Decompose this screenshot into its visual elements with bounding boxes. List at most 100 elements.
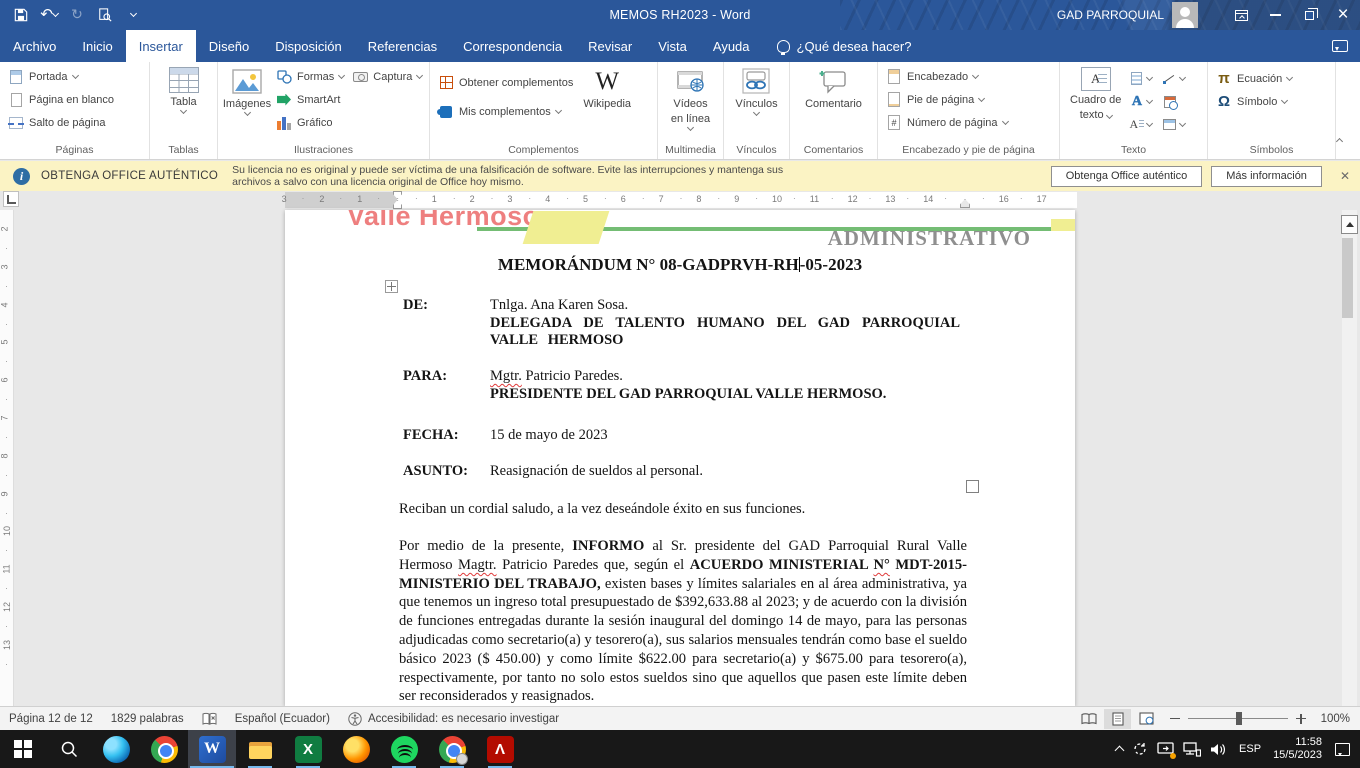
simbolo-button[interactable]: Símbolo xyxy=(1212,90,1296,113)
obtener-complementos-button[interactable]: Obtener complementos xyxy=(434,71,577,94)
ecuacion-button[interactable]: Ecuación xyxy=(1212,67,1296,90)
tab-archivo[interactable]: Archivo xyxy=(0,30,69,62)
minimize-button[interactable] xyxy=(1258,0,1292,30)
account-name[interactable]: GAD PARROQUIAL xyxy=(1057,8,1164,22)
word-count[interactable]: 1829 palabras xyxy=(102,713,193,725)
taskbar-edge[interactable] xyxy=(92,730,140,768)
table-move-handle[interactable] xyxy=(385,280,398,293)
accessibility-status[interactable]: Accesibilidad: es necesario investigar xyxy=(339,712,568,726)
restore-button[interactable] xyxy=(1292,0,1326,30)
vertical-scrollbar[interactable] xyxy=(1342,210,1357,706)
tab-referencias[interactable]: Referencias xyxy=(355,30,450,62)
read-mode-view-button[interactable] xyxy=(1075,709,1102,729)
captura-button[interactable]: Captura xyxy=(348,65,426,88)
zoom-percentage[interactable]: 100% xyxy=(1316,713,1350,725)
close-button[interactable] xyxy=(1326,0,1360,30)
notification-center-icon[interactable] xyxy=(1335,743,1350,756)
tab-selector-button[interactable] xyxy=(3,191,19,207)
zoom-out-icon[interactable] xyxy=(1170,718,1180,720)
undo-button[interactable] xyxy=(38,3,60,27)
tray-show-hidden-icon[interactable] xyxy=(1115,746,1125,756)
taskbar-file-explorer[interactable] xyxy=(236,730,284,768)
mis-complementos-button[interactable]: Mis complementos xyxy=(434,100,577,123)
tab-vista[interactable]: Vista xyxy=(645,30,700,62)
grafico-button[interactable]: Gráfico xyxy=(272,111,348,134)
scroll-up-button[interactable] xyxy=(1341,215,1358,234)
pie-de-pagina-button[interactable]: Pie de página xyxy=(882,88,1012,111)
tray-display-share-icon[interactable] xyxy=(1157,742,1174,757)
tab-inicio[interactable]: Inicio xyxy=(69,30,125,62)
ruler-mark: · xyxy=(5,545,8,555)
salto-de-pagina-button[interactable]: Salto de página xyxy=(4,111,118,134)
tab-disposicion[interactable]: Disposición xyxy=(262,30,354,62)
tray-sync-icon[interactable] xyxy=(1132,741,1148,757)
wordart-button[interactable] xyxy=(1129,90,1152,113)
tab-revisar[interactable]: Revisar xyxy=(575,30,645,62)
elementos-rapidos-button[interactable] xyxy=(1129,67,1152,90)
smartart-button[interactable]: SmartArt xyxy=(272,88,348,111)
document-page[interactable]: Valle Hermoso ADMINISTRATIVO MEMORÁNDUM … xyxy=(285,210,1075,706)
cuadro-de-texto-button[interactable]: Cuadro de texto xyxy=(1064,65,1127,121)
fecha-y-hora-button[interactable] xyxy=(1162,90,1185,113)
ruler-mark: 12 xyxy=(848,194,858,204)
taskbar-word[interactable]: W xyxy=(188,730,236,768)
web-layout-view-button[interactable] xyxy=(1133,709,1160,729)
tell-me-box[interactable]: ¿Qué desea hacer? xyxy=(763,30,926,62)
language-indicator[interactable]: Español (Ecuador) xyxy=(226,713,339,725)
tab-ayuda[interactable]: Ayuda xyxy=(700,30,763,62)
taskbar-acrobat[interactable]: Λ xyxy=(476,730,524,768)
taskbar-chrome[interactable] xyxy=(140,730,188,768)
ruler-mark: 10 xyxy=(772,194,782,204)
get-genuine-office-button[interactable]: Obtenga Office auténtico xyxy=(1051,166,1203,187)
page-count[interactable]: Página 12 de 12 xyxy=(0,713,102,725)
numero-de-pagina-button[interactable]: Número de página xyxy=(882,111,1012,134)
portada-button[interactable]: Portada xyxy=(4,65,118,88)
tabla-button[interactable]: Tabla xyxy=(159,65,209,113)
tab-correspondencia[interactable]: Correspondencia xyxy=(450,30,575,62)
imagenes-button[interactable]: Imágenes xyxy=(222,65,272,115)
save-icon[interactable] xyxy=(10,3,32,27)
zoom-slider[interactable] xyxy=(1170,714,1306,724)
pagina-en-blanco-button[interactable]: Página en blanco xyxy=(4,88,118,111)
inline-checkbox[interactable] xyxy=(966,480,979,493)
taskbar-excel[interactable]: X xyxy=(284,730,332,768)
comentario-button[interactable]: Comentario xyxy=(799,65,868,110)
print-preview-icon[interactable] xyxy=(94,3,116,27)
letra-capital-button[interactable] xyxy=(1129,113,1152,136)
collapse-ribbon-button[interactable] xyxy=(1337,131,1342,149)
taskbar-firefox[interactable] xyxy=(332,730,380,768)
taskbar-search-button[interactable] xyxy=(46,730,92,768)
feedback-icon[interactable] xyxy=(1332,30,1360,62)
firma-button[interactable] xyxy=(1162,67,1185,90)
tray-clock[interactable]: 11:58 15/5/2023 xyxy=(1273,736,1322,762)
tray-network-icon[interactable] xyxy=(1183,742,1201,757)
horizontal-ruler[interactable]: 3·2·1· ·1·2·3·4·5·6·7·8·9·10·11·12·13·14… xyxy=(285,192,1077,208)
ribbon-display-options-button[interactable] xyxy=(1224,0,1258,30)
start-button[interactable] xyxy=(0,730,46,768)
vertical-ruler[interactable]: 2·3·4·5·6·7·8·9·10·11·12·13· xyxy=(0,210,14,706)
tab-diseno[interactable]: Diseño xyxy=(196,30,262,62)
videos-en-linea-button[interactable]: Vídeos en línea xyxy=(665,65,716,130)
proofing-error-icon[interactable] xyxy=(193,712,226,726)
formas-button[interactable]: Formas xyxy=(272,65,348,88)
taskbar-chrome-profile[interactable] xyxy=(428,730,476,768)
avatar[interactable] xyxy=(1172,2,1198,28)
zoom-in-icon[interactable] xyxy=(1296,714,1306,724)
zoom-slider-handle[interactable] xyxy=(1236,712,1242,725)
tray-language[interactable]: ESP xyxy=(1236,743,1264,755)
banner-close-icon[interactable] xyxy=(1340,170,1350,182)
customize-qat-button[interactable] xyxy=(122,3,144,27)
scrollbar-thumb[interactable] xyxy=(1342,238,1353,318)
encabezado-button[interactable]: Encabezado xyxy=(882,65,1012,88)
print-layout-view-button[interactable] xyxy=(1104,709,1131,729)
more-info-button[interactable]: Más información xyxy=(1211,166,1322,187)
vinculos-button[interactable]: Vínculos xyxy=(729,65,783,115)
tab-insertar[interactable]: Insertar xyxy=(126,30,196,62)
ruler-mark: 3 xyxy=(282,194,287,204)
license-warning-banner: i OBTENGA OFFICE AUTÉNTICO Su licencia n… xyxy=(0,161,1360,191)
objeto-button[interactable] xyxy=(1162,113,1185,136)
wikipedia-button[interactable]: Wikipedia xyxy=(577,65,637,110)
tray-volume-icon[interactable] xyxy=(1210,742,1227,757)
taskbar-spotify[interactable] xyxy=(380,730,428,768)
redo-button[interactable] xyxy=(66,3,88,27)
